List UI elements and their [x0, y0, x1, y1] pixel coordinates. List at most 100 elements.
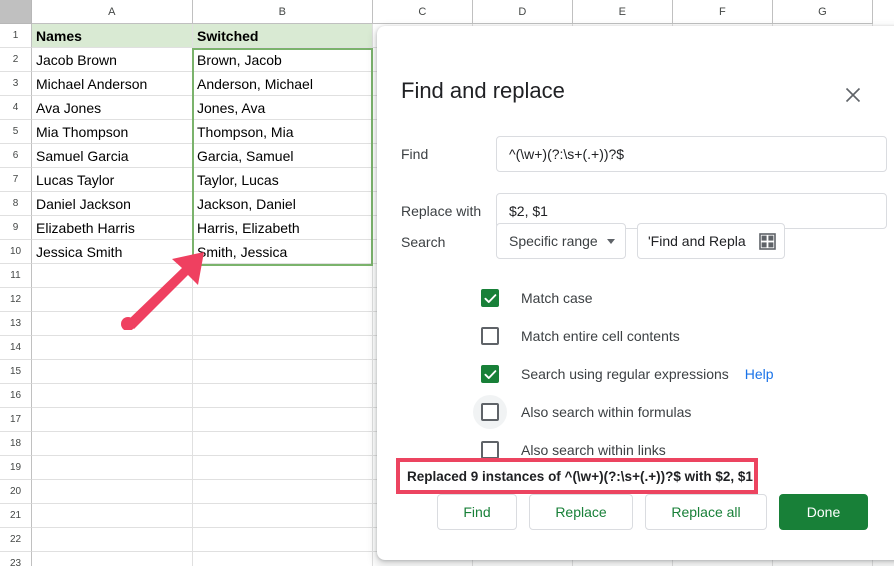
row-header-20[interactable]: 20 [0, 480, 32, 504]
cell-A7[interactable]: Lucas Taylor [32, 168, 193, 192]
cell-A3[interactable]: Michael Anderson [32, 72, 193, 96]
row-header-3[interactable]: 3 [0, 72, 32, 96]
row-header-9[interactable]: 9 [0, 216, 32, 240]
cell-B11[interactable] [193, 264, 373, 288]
cell-B1[interactable]: Switched [193, 24, 373, 48]
find-button[interactable]: Find [437, 494, 517, 530]
cell-A9[interactable]: Elizabeth Harris [32, 216, 193, 240]
option-label-1: Match entire cell contents [521, 328, 680, 344]
cell-A14[interactable] [32, 336, 193, 360]
grid-select-icon[interactable] [759, 232, 776, 250]
cell-B23[interactable] [193, 552, 373, 566]
search-scope-select[interactable]: Specific range [496, 223, 626, 259]
row-header-2[interactable]: 2 [0, 48, 32, 72]
checkbox-0[interactable] [473, 281, 507, 315]
checkbox-checked-icon [481, 365, 499, 383]
select-all-corner[interactable] [0, 0, 32, 24]
done-button[interactable]: Done [779, 494, 868, 530]
row-header-4[interactable]: 4 [0, 96, 32, 120]
row-header-5[interactable]: 5 [0, 120, 32, 144]
option-row-2[interactable]: Search using regular expressions Help [481, 360, 774, 388]
option-label-2: Search using regular expressions [521, 366, 729, 382]
row-header-21[interactable]: 21 [0, 504, 32, 528]
row-header-11[interactable]: 11 [0, 264, 32, 288]
column-header-c[interactable]: C [373, 0, 473, 24]
column-header-d[interactable]: D [473, 0, 573, 24]
find-input[interactable] [496, 136, 887, 172]
cell-B2[interactable]: Brown, Jacob [193, 48, 373, 72]
cell-B18[interactable] [193, 432, 373, 456]
checkbox-1[interactable] [473, 319, 507, 353]
cell-A2[interactable]: Jacob Brown [32, 48, 193, 72]
cell-B14[interactable] [193, 336, 373, 360]
option-row-3[interactable]: Also search within formulas [473, 395, 691, 429]
cell-A20[interactable] [32, 480, 193, 504]
cell-B6[interactable]: Garcia, Samuel [193, 144, 373, 168]
regex-help-link[interactable]: Help [745, 366, 774, 382]
row-header-17[interactable]: 17 [0, 408, 32, 432]
cell-B7[interactable]: Taylor, Lucas [193, 168, 373, 192]
row-header-10[interactable]: 10 [0, 240, 32, 264]
cell-A1[interactable]: Names [32, 24, 193, 48]
cell-A18[interactable] [32, 432, 193, 456]
search-range-field[interactable]: 'Find and Repla [637, 223, 785, 259]
row-header-18[interactable]: 18 [0, 432, 32, 456]
row-header-22[interactable]: 22 [0, 528, 32, 552]
cell-B4[interactable]: Jones, Ava [193, 96, 373, 120]
row-header-16[interactable]: 16 [0, 384, 32, 408]
row-header-12[interactable]: 12 [0, 288, 32, 312]
row-header-13[interactable]: 13 [0, 312, 32, 336]
cell-B10[interactable]: Smith, Jessica [193, 240, 373, 264]
cell-A6[interactable]: Samuel Garcia [32, 144, 193, 168]
row-header-19[interactable]: 19 [0, 456, 32, 480]
cell-B5[interactable]: Thompson, Mia [193, 120, 373, 144]
option-row-0[interactable]: Match case [481, 284, 593, 312]
cell-A22[interactable] [32, 528, 193, 552]
cell-B17[interactable] [193, 408, 373, 432]
row-header-7[interactable]: 7 [0, 168, 32, 192]
cell-B22[interactable] [193, 528, 373, 552]
cell-B15[interactable] [193, 360, 373, 384]
cell-A21[interactable] [32, 504, 193, 528]
column-header-a[interactable]: A [32, 0, 193, 24]
cell-B19[interactable] [193, 456, 373, 480]
column-header-f[interactable]: F [673, 0, 773, 24]
checkbox-3[interactable] [473, 395, 507, 429]
close-icon[interactable] [839, 81, 867, 109]
column-header-g[interactable]: G [773, 0, 873, 24]
row-header-8[interactable]: 8 [0, 192, 32, 216]
replace-all-button[interactable]: Replace all [645, 494, 767, 530]
search-label: Search [401, 234, 446, 250]
cell-B16[interactable] [193, 384, 373, 408]
cell-B21[interactable] [193, 504, 373, 528]
cell-B9[interactable]: Harris, Elizabeth [193, 216, 373, 240]
cell-A8[interactable]: Daniel Jackson [32, 192, 193, 216]
checkbox-2[interactable] [473, 357, 507, 391]
cell-A17[interactable] [32, 408, 193, 432]
cell-A23[interactable] [32, 552, 193, 566]
cell-A19[interactable] [32, 456, 193, 480]
cell-A15[interactable] [32, 360, 193, 384]
row-header-6[interactable]: 6 [0, 144, 32, 168]
cell-B20[interactable] [193, 480, 373, 504]
column-header-b[interactable]: B [193, 0, 373, 24]
checkbox-unchecked-icon [481, 441, 499, 459]
dialog-title: Find and replace [401, 78, 565, 103]
cell-A5[interactable]: Mia Thompson [32, 120, 193, 144]
cell-A16[interactable] [32, 384, 193, 408]
cell-B3[interactable]: Anderson, Michael [193, 72, 373, 96]
row-header-14[interactable]: 14 [0, 336, 32, 360]
cell-B13[interactable] [193, 312, 373, 336]
option-row-1[interactable]: Match entire cell contents [481, 322, 680, 350]
search-scope-value: Specific range [509, 233, 598, 249]
cell-A4[interactable]: Ava Jones [32, 96, 193, 120]
replace-button[interactable]: Replace [529, 494, 633, 530]
cell-B12[interactable] [193, 288, 373, 312]
cell-B8[interactable]: Jackson, Daniel [193, 192, 373, 216]
row-header-15[interactable]: 15 [0, 360, 32, 384]
row-header-1[interactable]: 1 [0, 24, 32, 48]
replace-with-label: Replace with [401, 203, 482, 219]
row-header-23[interactable]: 23 [0, 552, 32, 566]
column-header-e[interactable]: E [573, 0, 673, 24]
option-label-4: Also search within links [521, 442, 666, 458]
